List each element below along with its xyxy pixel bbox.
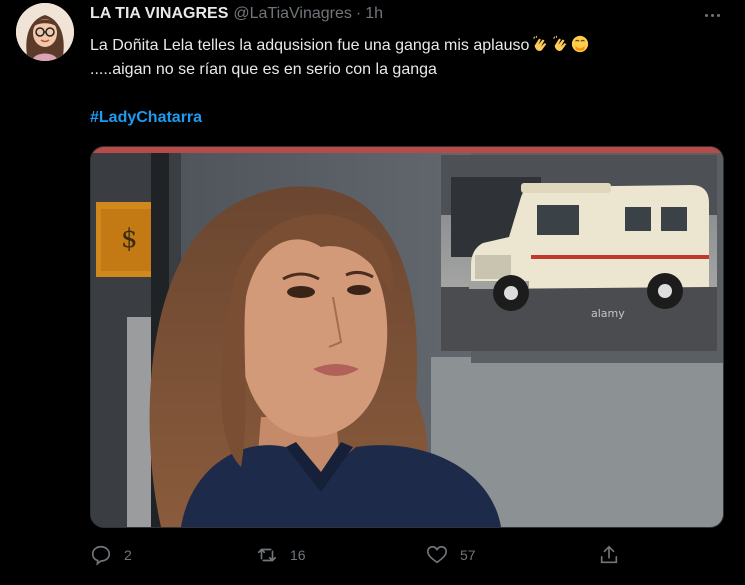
- avatar[interactable]: [16, 3, 74, 61]
- separator-dot: ·: [355, 5, 362, 22]
- heart-icon: [427, 545, 447, 564]
- action-bar: 2 16 57: [90, 540, 730, 570]
- media-image: $ alamy: [91, 147, 723, 527]
- hashtag-line: #LadyChatarra: [90, 106, 730, 130]
- share-button[interactable]: [598, 540, 620, 570]
- retweet-button[interactable]: 16: [256, 540, 306, 570]
- svg-text:$: $: [121, 224, 138, 254]
- tweet-line-2: .....aigan no se rían que es en serio co…: [90, 61, 437, 78]
- clapping-hands-icon: [553, 35, 567, 51]
- avatar-image: [16, 3, 74, 61]
- clapping-hands-icon: [533, 35, 547, 51]
- tweet-line-1-text: La Doñita Lela telles la adqusision fue …: [90, 37, 530, 54]
- retweet-icon: [257, 548, 277, 562]
- timestamp[interactable]: 1h: [365, 5, 383, 23]
- user-handle[interactable]: @LaTiaVinagres: [233, 5, 352, 23]
- more-options-icon[interactable]: [699, 4, 725, 26]
- tweet-text: La Doñita Lela telles la adqusision fue …: [90, 34, 730, 130]
- hashtag-link[interactable]: #LadyChatarra: [90, 109, 202, 126]
- tweet-media[interactable]: $ alamy: [90, 146, 724, 528]
- like-count: 57: [460, 547, 476, 563]
- watermark: alamy: [591, 307, 625, 320]
- share-icon: [600, 545, 618, 564]
- tweet-line-1: La Doñita Lela telles la adqusision fue …: [90, 34, 730, 58]
- reply-button[interactable]: 2: [90, 540, 132, 570]
- reply-count: 2: [124, 547, 132, 563]
- retweet-count: 16: [290, 547, 306, 563]
- tweet-header: LA TIA VINAGRES @LaTiaVinagres · 1h: [90, 5, 383, 27]
- hand-over-mouth-icon: [572, 35, 589, 53]
- reply-icon: [91, 545, 111, 566]
- display-name[interactable]: LA TIA VINAGRES: [90, 5, 228, 23]
- like-button[interactable]: 57: [426, 540, 476, 570]
